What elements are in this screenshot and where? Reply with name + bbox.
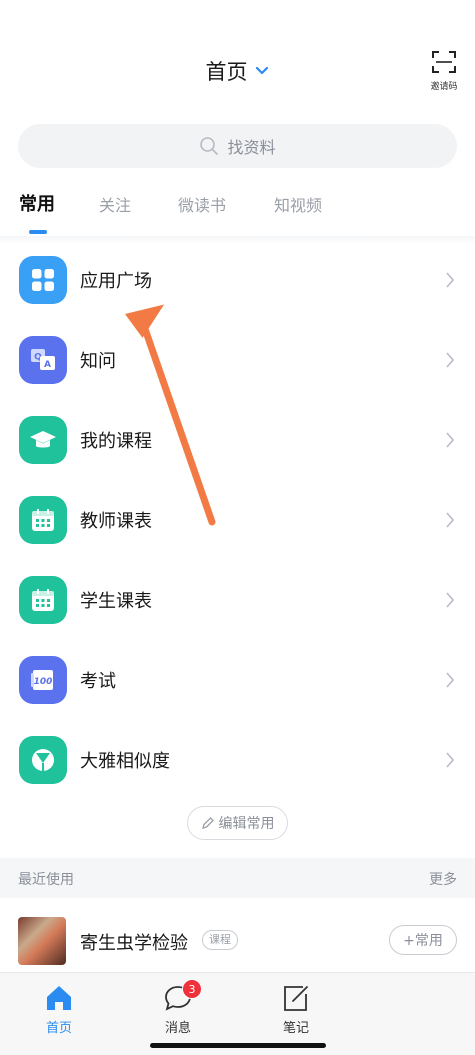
- list-item-label: 知问: [80, 351, 116, 372]
- nav-home-label: 首页: [45, 1021, 72, 1036]
- list-item-label: 考试: [80, 671, 116, 692]
- exam-paper-icon: 100: [19, 656, 67, 704]
- svg-text:A: A: [44, 360, 51, 370]
- list-item-exam[interactable]: 100 考试: [0, 640, 475, 720]
- home-indicator: [150, 1043, 326, 1048]
- calendar-icon: [19, 576, 67, 624]
- nav-notes[interactable]: 笔记: [266, 983, 326, 1036]
- chevron-down-icon: [255, 66, 268, 75]
- app-grid-icon: [19, 256, 67, 304]
- edit-common-button[interactable]: 编辑常用: [187, 806, 288, 840]
- note-edit-icon: [284, 986, 308, 1011]
- header: 首页 邀请码: [0, 0, 475, 100]
- common-app-list: 应用广场 Q A 知问 我的课程 教师课表 学生课表 100 考试 大雅相似度: [0, 240, 475, 800]
- chevron-right-icon: [446, 752, 455, 768]
- title-wrap: 首页: [0, 56, 475, 86]
- list-item-label: 我的课程: [80, 431, 152, 452]
- chevron-right-icon: [446, 512, 455, 528]
- list-item-daya-similarity[interactable]: 大雅相似度: [0, 720, 475, 800]
- recent-more-link[interactable]: 更多: [429, 869, 457, 889]
- nav-notes-label: 笔记: [282, 1021, 309, 1036]
- invite-code-label: 邀请码: [430, 82, 458, 92]
- tab-knowledge-video[interactable]: 知视频: [274, 192, 322, 216]
- list-item-label: 学生课表: [80, 591, 152, 612]
- tab-follow[interactable]: 关注: [99, 192, 131, 216]
- page-title-dropdown[interactable]: 首页: [206, 56, 270, 86]
- list-item-app-square[interactable]: 应用广场: [0, 240, 475, 320]
- search-icon: [200, 137, 219, 155]
- recent-section-header: 最近使用 更多: [0, 858, 475, 898]
- home-icon: [47, 986, 71, 1010]
- scan-icon: [432, 51, 456, 73]
- message-badge: 3: [182, 979, 202, 999]
- chevron-right-icon: [446, 352, 455, 368]
- course-thumbnail: [18, 917, 66, 965]
- tab-common[interactable]: 常用: [19, 190, 55, 216]
- nav-messages-label: 消息: [164, 1021, 191, 1036]
- graduation-cap-icon: [19, 416, 67, 464]
- nav-messages[interactable]: 3 消息: [148, 979, 208, 1036]
- tab-micro-reading[interactable]: 微读书: [178, 192, 226, 216]
- edit-common-label: 编辑常用: [218, 816, 275, 832]
- qa-icon: Q A: [19, 336, 67, 384]
- tab-bar: 常用 关注 微读书 知视频: [0, 192, 475, 230]
- chevron-right-icon: [446, 432, 455, 448]
- active-tab-indicator: [29, 230, 47, 234]
- invite-code-button[interactable]: 邀请码: [427, 50, 461, 92]
- list-item-student-schedule[interactable]: 学生课表: [0, 560, 475, 640]
- list-item-zhiwen[interactable]: Q A 知问: [0, 320, 475, 400]
- nav-home[interactable]: 首页: [29, 983, 89, 1036]
- similarity-icon: [19, 736, 67, 784]
- search-placeholder: 找资料: [227, 138, 276, 157]
- calendar-icon: [19, 496, 67, 544]
- course-name: 寄生虫学检验: [80, 933, 188, 954]
- course-tag: 课程: [202, 930, 238, 950]
- chevron-right-icon: [446, 592, 455, 608]
- chevron-right-icon: [446, 672, 455, 688]
- search-input[interactable]: 找资料: [18, 124, 457, 168]
- list-item-my-courses[interactable]: 我的课程: [0, 400, 475, 480]
- recent-title: 最近使用: [18, 872, 74, 888]
- svg-text:100: 100: [34, 677, 53, 687]
- list-item-label: 教师课表: [80, 511, 152, 532]
- add-to-common-button[interactable]: +常用: [389, 925, 457, 955]
- page-title: 首页: [205, 60, 248, 84]
- list-item-label: 应用广场: [80, 271, 152, 292]
- list-item-label: 大雅相似度: [80, 751, 170, 772]
- recent-course-item[interactable]: 寄生虫学检验 课程 +常用: [0, 898, 475, 976]
- pencil-icon: [201, 817, 214, 829]
- chevron-right-icon: [446, 272, 455, 288]
- list-item-teacher-schedule[interactable]: 教师课表: [0, 480, 475, 560]
